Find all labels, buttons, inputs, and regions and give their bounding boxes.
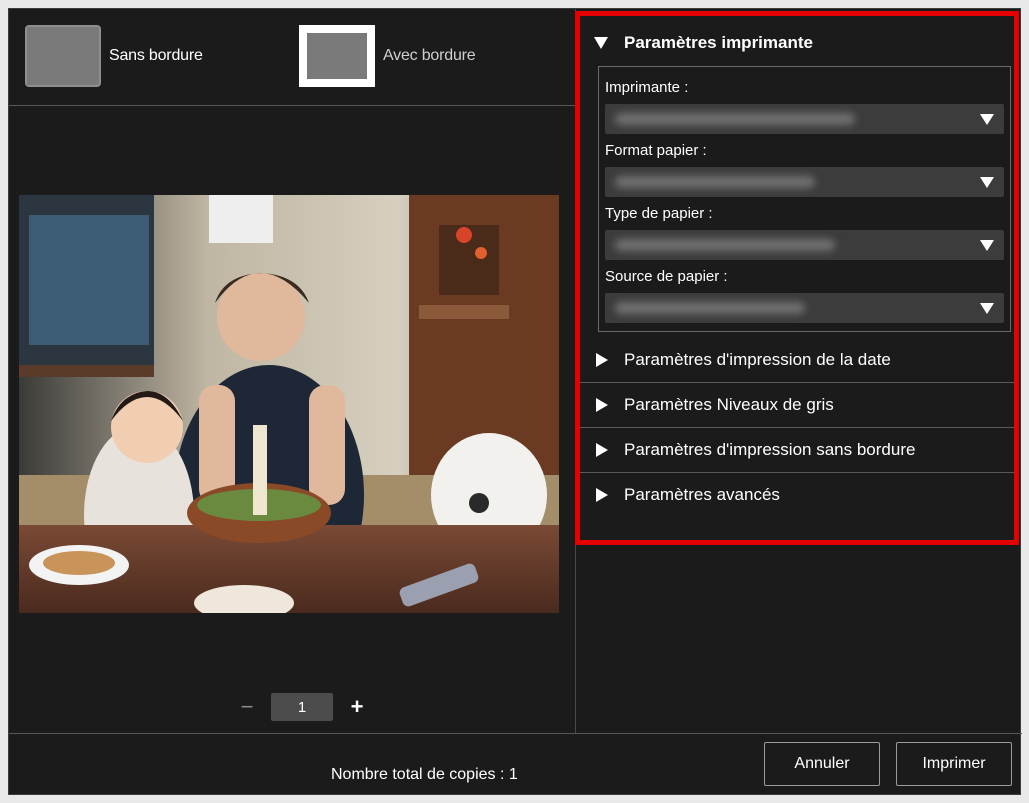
print-dialog: Sans bordure Avec bordure − 1 + Paramètr… — [8, 8, 1022, 796]
blurred-value — [615, 176, 815, 188]
dialog-footer: Nombre total de copies : 1 Annuler Impri… — [9, 733, 1022, 796]
photo-image — [19, 195, 559, 613]
dropdown-arrow-icon — [980, 114, 994, 125]
paper-type-select[interactable] — [605, 230, 1004, 260]
printer-label: Imprimante : — [605, 79, 689, 96]
grayscale-settings-header[interactable]: Paramètres Niveaux de gris — [580, 383, 1014, 428]
section-label: Paramètres avancés — [624, 485, 780, 504]
decrement-button[interactable]: − — [235, 694, 259, 720]
bordered-thumbnail[interactable] — [299, 25, 375, 87]
blurred-value — [615, 239, 835, 251]
section-label: Paramètres Niveaux de gris — [624, 395, 834, 414]
printer-settings-box: Imprimante : Format papier : Type de pap… — [598, 66, 1011, 332]
dropdown-arrow-icon — [980, 240, 994, 251]
increment-button[interactable]: + — [345, 694, 369, 720]
borderless-thumbnail[interactable] — [25, 25, 101, 87]
blurred-value — [615, 113, 855, 125]
bordered-label: Avec bordure — [383, 47, 476, 64]
highlight-frame: Paramètres imprimante Imprimante : Forma… — [575, 11, 1019, 545]
paper-source-select[interactable] — [605, 293, 1004, 323]
copies-input[interactable] — [271, 693, 333, 721]
section-label: Paramètres d'impression sans bordure — [624, 440, 916, 459]
paper-source-label: Source de papier : — [605, 268, 728, 285]
paper-size-select[interactable] — [605, 167, 1004, 197]
collapsed-triangle-icon — [596, 353, 608, 367]
borderless-label: Sans bordure — [109, 47, 203, 64]
printer-settings-title: Paramètres imprimante — [624, 33, 813, 52]
collapsed-triangle-icon — [596, 443, 608, 457]
dropdown-arrow-icon — [980, 177, 994, 188]
borderless-option[interactable]: Sans bordure — [25, 25, 203, 87]
date-print-settings-header[interactable]: Paramètres d'impression de la date — [580, 338, 1014, 383]
borderless-print-settings-header[interactable]: Paramètres d'impression sans bordure — [580, 428, 1014, 473]
expanded-triangle-icon — [594, 37, 608, 49]
dropdown-arrow-icon — [980, 303, 994, 314]
paper-type-label: Type de papier : — [605, 205, 713, 222]
paper-size-label: Format papier : — [605, 142, 707, 159]
printer-select[interactable] — [605, 104, 1004, 134]
settings-panel: Paramètres imprimante Imprimante : Forma… — [575, 9, 1022, 733]
total-copies-text: Nombre total de copies : 1 — [331, 766, 518, 783]
advanced-settings-header[interactable]: Paramètres avancés — [580, 473, 1014, 517]
print-button[interactable]: Imprimer — [896, 742, 1012, 786]
layout-selector: Sans bordure Avec bordure — [9, 9, 575, 106]
photo-preview — [19, 195, 559, 613]
printer-settings-header[interactable]: Paramètres imprimante — [580, 20, 1014, 66]
copies-stepper: − + — [235, 693, 369, 721]
collapsed-triangle-icon — [596, 398, 608, 412]
preview-panel: Sans bordure Avec bordure − 1 + — [9, 9, 576, 733]
blurred-value — [615, 302, 805, 314]
collapsed-triangle-icon — [596, 488, 608, 502]
section-label: Paramètres d'impression de la date — [624, 350, 891, 369]
bordered-option[interactable]: Avec bordure — [299, 25, 476, 87]
cancel-button[interactable]: Annuler — [764, 742, 880, 786]
